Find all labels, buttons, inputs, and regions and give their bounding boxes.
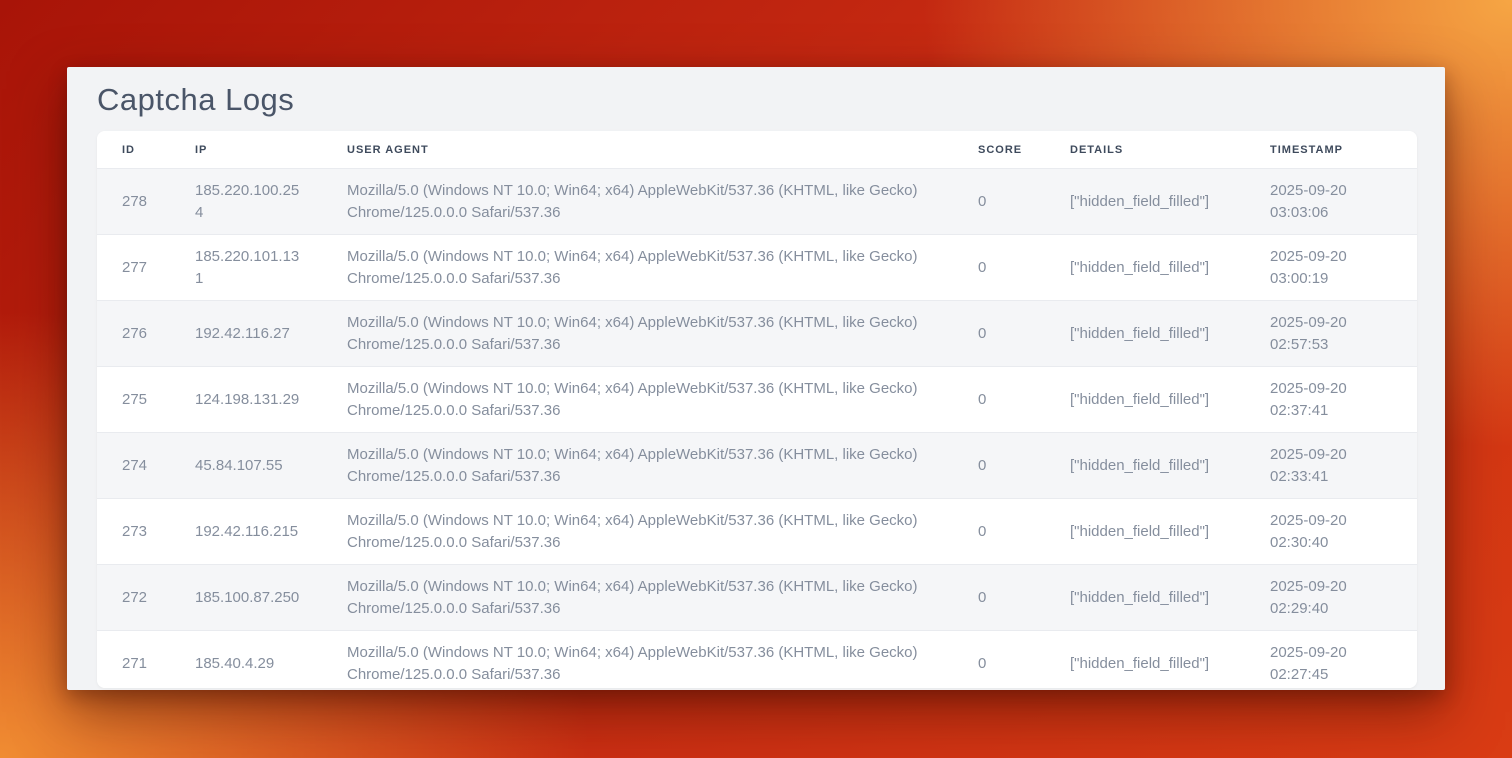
- cell-score: 0: [953, 499, 1045, 565]
- table-body: 278 185.220.100.254 Mozilla/5.0 (Windows…: [97, 169, 1417, 689]
- cell-timestamp: 2025-09-20 02:27:45: [1245, 631, 1417, 689]
- cell-ip: 192.42.116.27: [170, 301, 322, 367]
- column-header-score: SCORE: [953, 131, 1045, 169]
- cell-timestamp: 2025-09-20 02:37:41: [1245, 367, 1417, 433]
- cell-user-agent: Mozilla/5.0 (Windows NT 10.0; Win64; x64…: [322, 301, 953, 367]
- column-header-details: DETAILS: [1045, 131, 1245, 169]
- cell-ip: 185.220.100.254: [170, 169, 322, 235]
- cell-ip: 192.42.116.215: [170, 499, 322, 565]
- cell-timestamp: 2025-09-20 02:57:53: [1245, 301, 1417, 367]
- cell-score: 0: [953, 169, 1045, 235]
- column-header-id: ID: [97, 131, 170, 169]
- cell-id: 273: [97, 499, 170, 565]
- cell-id: 274: [97, 433, 170, 499]
- cell-score: 0: [953, 367, 1045, 433]
- cell-ip: 124.198.131.29: [170, 367, 322, 433]
- cell-details: ["hidden_field_filled"]: [1045, 499, 1245, 565]
- table-row: 275 124.198.131.29 Mozilla/5.0 (Windows …: [97, 367, 1417, 433]
- page-title: Captcha Logs: [67, 67, 1445, 131]
- cell-details: ["hidden_field_filled"]: [1045, 433, 1245, 499]
- cell-timestamp: 2025-09-20 02:33:41: [1245, 433, 1417, 499]
- cell-timestamp: 2025-09-20 02:30:40: [1245, 499, 1417, 565]
- table-row: 272 185.100.87.250 Mozilla/5.0 (Windows …: [97, 565, 1417, 631]
- cell-score: 0: [953, 565, 1045, 631]
- table-row: 274 45.84.107.55 Mozilla/5.0 (Windows NT…: [97, 433, 1417, 499]
- cell-details: ["hidden_field_filled"]: [1045, 565, 1245, 631]
- cell-user-agent: Mozilla/5.0 (Windows NT 10.0; Win64; x64…: [322, 433, 953, 499]
- table-row: 278 185.220.100.254 Mozilla/5.0 (Windows…: [97, 169, 1417, 235]
- cell-details: ["hidden_field_filled"]: [1045, 301, 1245, 367]
- table-header-row: ID IP USER AGENT SCORE DETAILS TIMESTAMP: [97, 131, 1417, 169]
- cell-id: 271: [97, 631, 170, 689]
- cell-user-agent: Mozilla/5.0 (Windows NT 10.0; Win64; x64…: [322, 565, 953, 631]
- cell-id: 272: [97, 565, 170, 631]
- cell-id: 275: [97, 367, 170, 433]
- table-row: 277 185.220.101.131 Mozilla/5.0 (Windows…: [97, 235, 1417, 301]
- cell-timestamp: 2025-09-20 03:03:06: [1245, 169, 1417, 235]
- cell-user-agent: Mozilla/5.0 (Windows NT 10.0; Win64; x64…: [322, 169, 953, 235]
- cell-user-agent: Mozilla/5.0 (Windows NT 10.0; Win64; x64…: [322, 367, 953, 433]
- cell-score: 0: [953, 235, 1045, 301]
- cell-details: ["hidden_field_filled"]: [1045, 169, 1245, 235]
- cell-ip: 185.100.87.250: [170, 565, 322, 631]
- captcha-logs-card: Captcha Logs ID IP USER AGENT SCORE DETA…: [67, 67, 1445, 690]
- cell-user-agent: Mozilla/5.0 (Windows NT 10.0; Win64; x64…: [322, 235, 953, 301]
- cell-details: ["hidden_field_filled"]: [1045, 235, 1245, 301]
- cell-score: 0: [953, 433, 1045, 499]
- table-row: 271 185.40.4.29 Mozilla/5.0 (Windows NT …: [97, 631, 1417, 689]
- column-header-ip: IP: [170, 131, 322, 169]
- table-row: 273 192.42.116.215 Mozilla/5.0 (Windows …: [97, 499, 1417, 565]
- cell-ip: 45.84.107.55: [170, 433, 322, 499]
- cell-ip: 185.220.101.131: [170, 235, 322, 301]
- cell-score: 0: [953, 301, 1045, 367]
- captcha-logs-table: ID IP USER AGENT SCORE DETAILS TIMESTAMP…: [97, 131, 1417, 688]
- table-row: 276 192.42.116.27 Mozilla/5.0 (Windows N…: [97, 301, 1417, 367]
- cell-details: ["hidden_field_filled"]: [1045, 367, 1245, 433]
- cell-details: ["hidden_field_filled"]: [1045, 631, 1245, 689]
- cell-user-agent: Mozilla/5.0 (Windows NT 10.0; Win64; x64…: [322, 499, 953, 565]
- cell-ip: 185.40.4.29: [170, 631, 322, 689]
- cell-timestamp: 2025-09-20 03:00:19: [1245, 235, 1417, 301]
- captcha-logs-table-container: ID IP USER AGENT SCORE DETAILS TIMESTAMP…: [97, 131, 1417, 688]
- cell-timestamp: 2025-09-20 02:29:40: [1245, 565, 1417, 631]
- column-header-user-agent: USER AGENT: [322, 131, 953, 169]
- cell-score: 0: [953, 631, 1045, 689]
- cell-id: 277: [97, 235, 170, 301]
- cell-user-agent: Mozilla/5.0 (Windows NT 10.0; Win64; x64…: [322, 631, 953, 689]
- cell-id: 276: [97, 301, 170, 367]
- column-header-timestamp: TIMESTAMP: [1245, 131, 1417, 169]
- cell-id: 278: [97, 169, 170, 235]
